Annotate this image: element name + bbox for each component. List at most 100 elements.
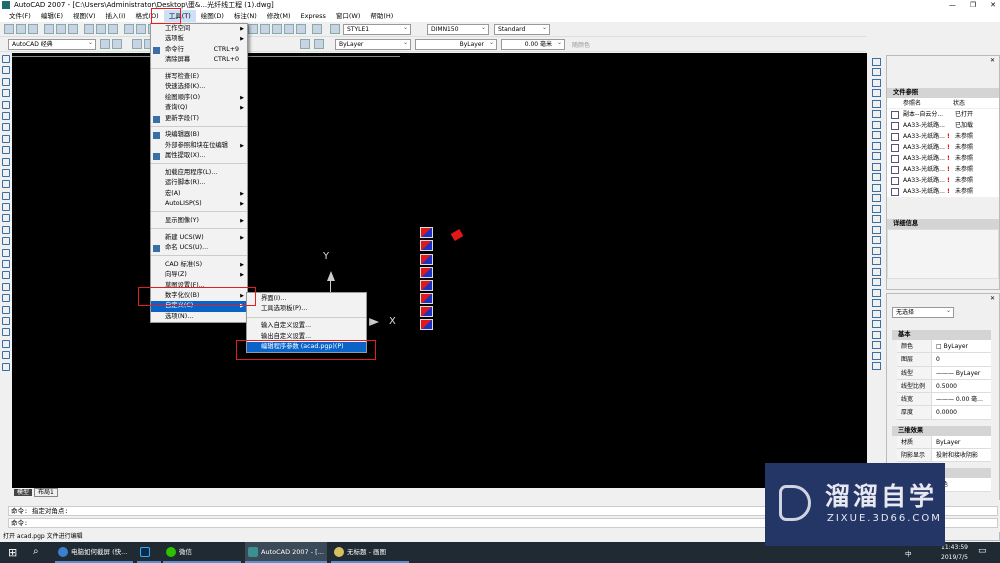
menu-item[interactable]: 工具选项板(P)...	[247, 304, 366, 314]
menu-item[interactable]: 工作空间 ▶	[151, 24, 247, 34]
prop-value[interactable]: 0.5000	[931, 379, 991, 394]
toolbar-button-icon[interactable]	[56, 24, 66, 34]
toolbar-button-icon[interactable]	[108, 24, 118, 34]
modify-tool-icon[interactable]	[872, 152, 881, 160]
text-style-select[interactable]: STYLE1	[343, 23, 411, 35]
modify-tool-icon[interactable]	[872, 183, 881, 192]
modify-tool-icon[interactable]	[872, 78, 881, 87]
modify-tool-icon[interactable]	[872, 330, 881, 339]
menu-7[interactable]: 标注(N)	[229, 10, 262, 22]
toolbar-button-icon[interactable]	[100, 39, 110, 49]
lineweight-select[interactable]: 0.00 毫米	[501, 38, 565, 50]
menu-10[interactable]: 窗口(W)	[331, 10, 366, 22]
plotstyle-select[interactable]: 随颜色	[572, 40, 590, 49]
toolbar-button-icon[interactable]	[284, 24, 294, 34]
toolbar-button-icon[interactable]	[124, 24, 134, 34]
draw-tool-icon[interactable]	[2, 214, 10, 223]
menu-item[interactable]: 快速选择(K)...	[151, 82, 247, 92]
xref-row[interactable]: AA33-光纸路... 已加载	[887, 120, 999, 131]
draw-tool-icon[interactable]	[2, 294, 10, 303]
maximize-button[interactable]: ❐	[970, 0, 976, 10]
draw-tool-icon[interactable]	[2, 271, 10, 280]
modify-tool-icon[interactable]	[872, 236, 881, 244]
modify-tool-icon[interactable]	[872, 278, 881, 286]
toolbar-button-icon[interactable]	[68, 24, 78, 34]
menu-item[interactable]: 加载应用程序(L)...	[151, 168, 247, 178]
menu-item[interactable]: 拼写检查(E)	[151, 72, 247, 82]
property-row[interactable]: 材质 ByLayer	[897, 435, 991, 450]
draw-tool-icon[interactable]	[2, 316, 10, 325]
property-row[interactable]: 线型 ——— ByLayer	[897, 366, 991, 380]
modify-tool-icon[interactable]	[872, 351, 881, 360]
prop-value[interactable]: □ ByLayer	[931, 340, 991, 354]
col-name[interactable]: 参照名	[903, 98, 953, 108]
close-button[interactable]: ✕	[990, 0, 996, 10]
modify-tool-icon[interactable]	[872, 162, 881, 171]
toolbar-button-icon[interactable]	[296, 24, 306, 34]
draw-tool-icon[interactable]	[2, 146, 10, 155]
draw-tool-icon[interactable]	[2, 203, 10, 212]
modify-tool-icon[interactable]	[872, 257, 881, 265]
menu-item[interactable]: 运行脚本(R)...	[151, 178, 247, 188]
toolbar-button-icon[interactable]	[28, 24, 38, 34]
clock-time[interactable]: 11:43:59	[941, 544, 968, 551]
property-row[interactable]: 颜色 □ ByLayer	[897, 340, 991, 354]
draw-tool-icon[interactable]	[2, 77, 10, 86]
modify-tool-icon[interactable]	[872, 173, 881, 181]
property-row[interactable]: 厚度 0.0000	[897, 406, 991, 420]
draw-tool-icon[interactable]	[2, 351, 10, 360]
draw-tool-icon[interactable]	[2, 123, 10, 132]
clock-date[interactable]: 2019/7/5	[941, 554, 968, 561]
toolbar-button-icon[interactable]	[132, 39, 142, 49]
menu-item[interactable]: 查询(Q) ▶	[151, 103, 247, 113]
property-row[interactable]: 线型比例 0.5000	[897, 379, 991, 394]
draw-tool-icon[interactable]	[2, 328, 10, 337]
minimize-button[interactable]: —	[949, 0, 956, 10]
draw-tool-icon[interactable]	[2, 89, 10, 98]
modify-tool-icon[interactable]	[872, 194, 881, 202]
toolbar-button-icon[interactable]	[4, 24, 14, 34]
tab-layout1[interactable]: 布局1	[33, 488, 58, 497]
modify-tool-icon[interactable]	[872, 299, 881, 307]
notification-icon[interactable]: ▭	[978, 546, 987, 556]
menu-11[interactable]: 帮助(H)	[365, 10, 398, 22]
task-photoshop[interactable]	[137, 542, 161, 563]
tab-model[interactable]: 模型	[14, 489, 33, 496]
dim-style-select[interactable]: DIMN150	[427, 23, 489, 35]
modify-tool-icon[interactable]	[872, 141, 881, 150]
toolbar-button-icon[interactable]	[300, 39, 310, 49]
toolbar-button-icon[interactable]	[312, 24, 322, 34]
xref-row[interactable]: 副本--自云分... 已打开	[887, 109, 999, 120]
draw-tool-icon[interactable]	[2, 157, 10, 166]
color-select[interactable]: ByLayer	[335, 38, 411, 50]
workspace-select[interactable]: AutoCAD 经典	[8, 38, 96, 50]
draw-tool-icon[interactable]	[2, 305, 10, 314]
menu-item[interactable]: 向导(Z) ▶	[151, 270, 247, 280]
toolbar-button-icon[interactable]	[248, 24, 258, 34]
windows-start-icon[interactable]: ⊞	[8, 546, 17, 559]
menu-item[interactable]: 选项(N)...	[151, 312, 247, 322]
menu-item[interactable]: 选项板 ▶	[151, 34, 247, 44]
prop-value[interactable]: 0.0000	[931, 406, 991, 420]
prop-value[interactable]: ——— ByLayer	[931, 366, 991, 380]
menu-item[interactable]: 宏(A) ▶	[151, 189, 247, 199]
table-style-select[interactable]: Standard	[494, 23, 550, 35]
menu-item[interactable]: 外部参照和块在位编辑 ▶	[151, 141, 247, 151]
modify-tool-icon[interactable]	[872, 131, 881, 139]
draw-tool-icon[interactable]	[2, 282, 10, 291]
menu-item[interactable]: 绘图顺序(O) ▶	[151, 93, 247, 103]
task-wechat[interactable]: 微信	[163, 542, 241, 563]
menu-item[interactable]: 属性提取(X)...	[151, 151, 247, 161]
ime-indicator[interactable]: 中	[905, 548, 912, 558]
xref-row[interactable]: AA33-光纸路...! 未参照	[887, 175, 999, 186]
draw-tool-icon[interactable]	[2, 111, 10, 120]
draw-tool-icon[interactable]	[2, 339, 10, 348]
task-autocad[interactable]: AutoCAD 2007 - [...	[245, 542, 327, 563]
modify-tool-icon[interactable]	[872, 57, 881, 66]
draw-tool-icon[interactable]	[2, 191, 10, 200]
selection-select[interactable]: 无选择	[892, 306, 954, 318]
menu-8[interactable]: 修改(M)	[262, 10, 296, 22]
modify-tool-icon[interactable]	[872, 341, 881, 349]
menu-6[interactable]: 绘图(D)	[196, 10, 229, 22]
modify-tool-icon[interactable]	[872, 99, 881, 108]
